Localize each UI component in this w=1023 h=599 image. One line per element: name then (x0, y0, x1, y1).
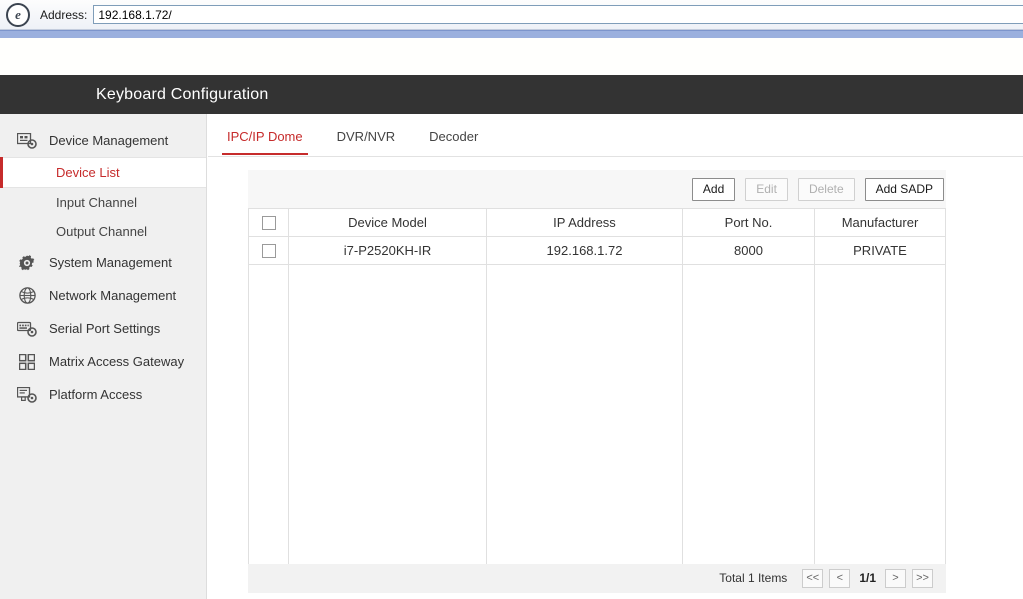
app-header: Keyboard Configuration (0, 75, 1023, 114)
sidebar-item-device-list[interactable]: Device List (0, 157, 206, 188)
cell-manufacturer: PRIVATE (814, 236, 946, 265)
page-indicator: 1/1 (859, 571, 876, 585)
row-checkbox[interactable] (261, 244, 276, 259)
pagination-bar: Total 1 Items << < 1/1 > >> (248, 563, 946, 593)
column-device-model: Device Model (288, 208, 487, 237)
sidebar-item-label: Device Management (49, 133, 169, 148)
sidebar-item-label: Input Channel (56, 195, 137, 210)
select-all-header (248, 208, 289, 237)
add-button[interactable]: Add (691, 177, 736, 201)
cell-ip-address: 192.168.1.72 (486, 236, 683, 265)
device-toolbar: Add Edit Delete Add SADP (248, 170, 946, 208)
address-label: Address: (40, 7, 88, 22)
sidebar-item-network-management[interactable]: Network Management (0, 279, 206, 312)
sidebar-item-output-channel[interactable]: Output Channel (0, 217, 206, 246)
keyboard-configuration-page: e Address: 192.168.1.72/ Keyboard Config… (0, 0, 1023, 599)
page-title: Keyboard Configuration (96, 85, 269, 103)
tab-ipc-ip-dome[interactable]: IPC/IP Dome (222, 124, 308, 155)
browser-content-gap (0, 38, 1023, 75)
tab-decoder[interactable]: Decoder (424, 124, 483, 153)
delete-button[interactable]: Delete (797, 177, 855, 201)
next-page-button[interactable]: > (885, 568, 906, 588)
cell-port-no: 8000 (682, 236, 815, 265)
prev-page-button[interactable]: < (829, 568, 851, 588)
sidebar-item-label: Matrix Access Gateway (49, 354, 185, 369)
filler-cell (248, 264, 289, 564)
cell-device-model: i7-P2520KH-IR (288, 236, 487, 265)
platform-access-icon (16, 386, 38, 404)
sidebar-item-label: Platform Access (49, 387, 143, 402)
edit-button[interactable]: Edit (745, 177, 788, 201)
column-manufacturer: Manufacturer (814, 208, 946, 237)
sidebar: Device Management Device List Input Chan… (0, 114, 207, 599)
first-page-button[interactable]: << (802, 568, 824, 588)
gear-icon (16, 254, 38, 272)
total-items-label: Total 1 Items (719, 571, 788, 585)
table-row[interactable]: i7-P2520KH-IR 192.168.1.72 8000 PRIVATE (248, 236, 946, 265)
browser-address-bar: e Address: 192.168.1.72/ (0, 0, 1023, 30)
tab-dvr-nvr[interactable]: DVR/NVR (332, 124, 401, 153)
grid-squares-icon (16, 353, 38, 371)
sidebar-item-label: Output Channel (56, 224, 148, 239)
sidebar-item-label: Serial Port Settings (49, 321, 161, 336)
sidebar-item-input-channel[interactable]: Input Channel (0, 188, 206, 217)
sidebar-item-system-management[interactable]: System Management (0, 246, 206, 279)
filler-cell (288, 264, 487, 564)
sidebar-item-label: Device List (56, 165, 120, 180)
sidebar-item-serial-port-settings[interactable]: Serial Port Settings (0, 312, 206, 345)
column-ip-address: IP Address (486, 208, 683, 237)
serial-port-icon (16, 320, 38, 338)
content-area: IPC/IP Dome DVR/NVR Decoder Add Edit Del… (208, 114, 1023, 599)
device-table: Device Model IP Address Port No. Manufac… (248, 208, 946, 564)
tab-bar: IPC/IP Dome DVR/NVR Decoder (208, 124, 1023, 157)
device-list-panel: Add Edit Delete Add SADP Device Model IP… (248, 170, 946, 593)
filler-cell (486, 264, 683, 564)
device-management-icon (16, 132, 38, 150)
sidebar-item-label: Network Management (49, 288, 177, 303)
select-all-checkbox[interactable] (261, 216, 276, 231)
sidebar-item-device-management[interactable]: Device Management (0, 124, 206, 157)
column-port-no: Port No. (682, 208, 815, 237)
sidebar-item-label: System Management (49, 255, 172, 270)
address-input[interactable]: 192.168.1.72/ (93, 5, 1023, 24)
filler-cell (682, 264, 815, 564)
last-page-button[interactable]: >> (912, 568, 933, 588)
internet-explorer-icon: e (6, 2, 30, 27)
table-header-row: Device Model IP Address Port No. Manufac… (248, 208, 946, 237)
filler-cell (814, 264, 946, 564)
add-sadp-button[interactable]: Add SADP (864, 177, 944, 201)
row-select-cell (248, 236, 289, 265)
sidebar-item-matrix-access-gateway[interactable]: Matrix Access Gateway (0, 345, 206, 378)
sidebar-item-platform-access[interactable]: Platform Access (0, 378, 206, 411)
table-filler-row (248, 264, 946, 564)
globe-icon (16, 287, 38, 305)
